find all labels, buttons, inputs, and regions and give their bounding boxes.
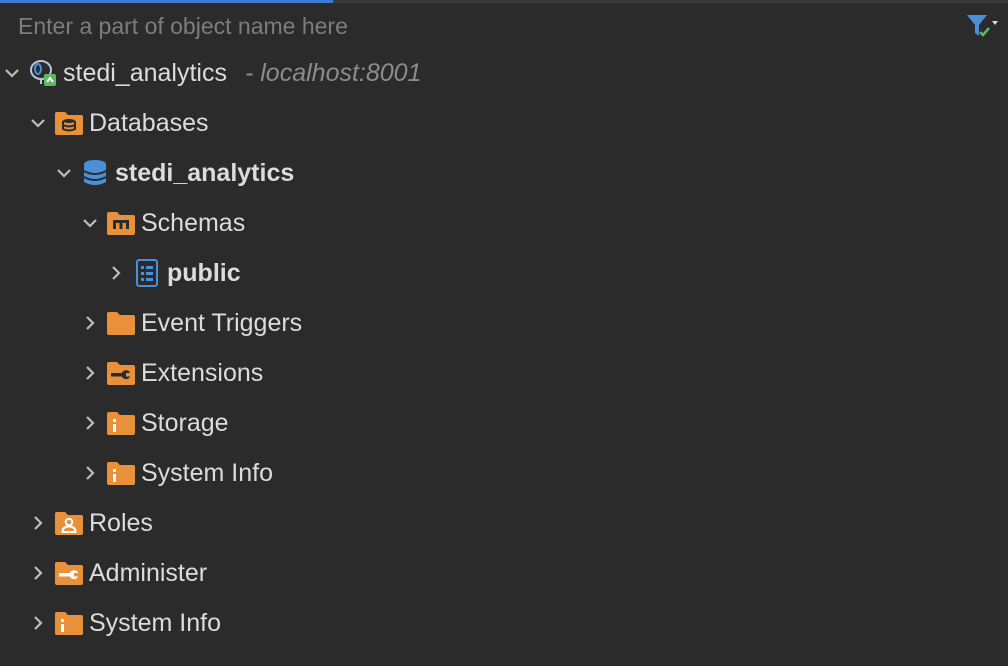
administer-label: Administer xyxy=(89,558,208,587)
system-info-label: System Info xyxy=(89,608,221,637)
filter-button[interactable] xyxy=(956,6,1008,46)
object-name-search-input[interactable] xyxy=(0,5,956,47)
filter-check-icon xyxy=(967,15,998,37)
navigator-tree: stedi_analytics - localhost:8001 Databas… xyxy=(0,48,1008,648)
database-navigator-panel: stedi_analytics - localhost:8001 Databas… xyxy=(0,0,1008,666)
info-folder-icon xyxy=(106,460,136,486)
roles-label: Roles xyxy=(89,508,153,537)
tree-node-event-triggers[interactable]: Event Triggers xyxy=(0,298,1008,348)
storage-label: Storage xyxy=(141,408,229,437)
tree-node-schemas[interactable]: Schemas xyxy=(0,198,1008,248)
administer-folder-icon xyxy=(54,560,84,586)
chevron-right-icon[interactable] xyxy=(78,411,102,435)
public-schema-label: public xyxy=(167,258,241,287)
connection-host: - localhost:8001 xyxy=(244,58,422,87)
schemas-folder-icon xyxy=(106,210,136,236)
info-folder-icon xyxy=(106,410,136,436)
database-name: stedi_analytics xyxy=(115,158,295,187)
chevron-down-icon[interactable] xyxy=(0,61,24,85)
postgresql-connection-icon xyxy=(28,60,58,86)
chevron-right-icon[interactable] xyxy=(78,461,102,485)
tree-node-database[interactable]: stedi_analytics xyxy=(0,148,1008,198)
schemas-label: Schemas xyxy=(141,208,246,237)
tree-node-roles[interactable]: Roles xyxy=(0,498,1008,548)
connection-name: stedi_analytics xyxy=(63,58,227,87)
chevron-down-icon[interactable] xyxy=(52,161,76,185)
event-triggers-label: Event Triggers xyxy=(141,308,303,337)
db-system-info-label: System Info xyxy=(141,458,273,487)
tree-node-databases[interactable]: Databases xyxy=(0,98,1008,148)
tree-node-administer[interactable]: Administer xyxy=(0,548,1008,598)
chevron-right-icon[interactable] xyxy=(78,311,102,335)
databases-folder-icon xyxy=(54,110,84,136)
roles-folder-icon xyxy=(54,510,84,536)
tree-node-storage[interactable]: Storage xyxy=(0,398,1008,448)
search-bar xyxy=(0,3,1008,49)
chevron-right-icon[interactable] xyxy=(26,561,50,585)
chevron-right-icon[interactable] xyxy=(78,361,102,385)
chevron-right-icon[interactable] xyxy=(26,611,50,635)
databases-label: Databases xyxy=(89,108,209,137)
chevron-down-icon[interactable] xyxy=(26,111,50,135)
extensions-folder-icon xyxy=(106,360,136,386)
chevron-right-icon[interactable] xyxy=(104,261,128,285)
tree-node-public-schema[interactable]: public xyxy=(0,248,1008,298)
info-folder-icon xyxy=(54,610,84,636)
schema-icon xyxy=(132,259,162,287)
tree-node-system-info[interactable]: System Info xyxy=(0,598,1008,648)
database-icon xyxy=(80,160,110,186)
tree-node-db-system-info[interactable]: System Info xyxy=(0,448,1008,498)
extensions-label: Extensions xyxy=(141,358,264,387)
tree-node-extensions[interactable]: Extensions xyxy=(0,348,1008,398)
chevron-down-icon[interactable] xyxy=(78,211,102,235)
folder-icon xyxy=(106,310,136,336)
tree-node-connection[interactable]: stedi_analytics - localhost:8001 xyxy=(0,48,1008,98)
chevron-right-icon[interactable] xyxy=(26,511,50,535)
